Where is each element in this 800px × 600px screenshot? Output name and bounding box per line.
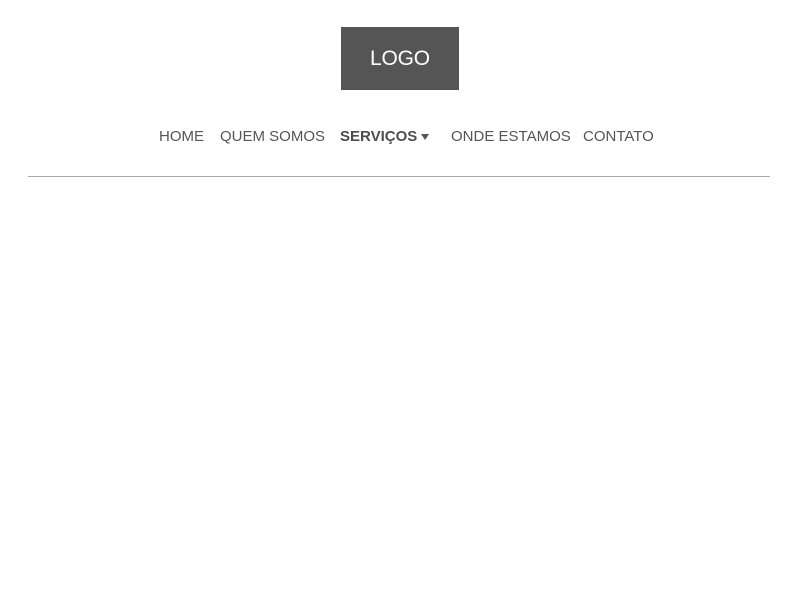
nav-item-home[interactable]: HOME (159, 126, 204, 148)
chevron-down-icon[interactable] (421, 134, 429, 140)
nav-item-contato[interactable]: CONTATO (583, 126, 654, 148)
site-logo[interactable]: LOGO (341, 27, 459, 90)
nav-item-onde-estamos[interactable]: ONDE ESTAMOS (451, 126, 571, 148)
header-divider (28, 176, 770, 177)
page: LOGO HOME QUEM SOMOS SERVIÇOS ONDE ESTAM… (0, 0, 800, 600)
nav-item-quem-somos[interactable]: QUEM SOMOS (220, 126, 325, 148)
nav-item-servicos[interactable]: SERVIÇOS (340, 126, 417, 148)
logo-text: LOGO (370, 46, 430, 70)
main-navigation: HOME QUEM SOMOS SERVIÇOS ONDE ESTAMOS CO… (0, 126, 800, 148)
